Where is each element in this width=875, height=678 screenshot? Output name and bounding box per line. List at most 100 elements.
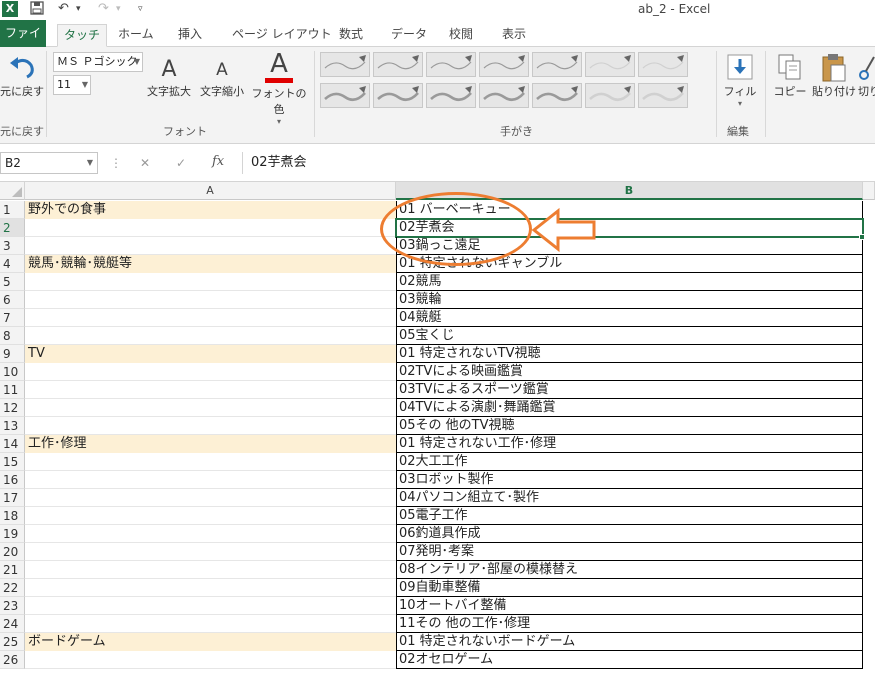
undo-dropdown-icon[interactable]: ▾: [76, 1, 81, 17]
select-all-corner[interactable]: [0, 182, 25, 200]
cell-a[interactable]: [25, 489, 396, 507]
row-header[interactable]: 19: [0, 525, 25, 543]
cell-b[interactable]: 05その 他のTV視聴: [396, 417, 863, 435]
ink-pen-9[interactable]: [373, 83, 423, 108]
row-header[interactable]: 15: [0, 453, 25, 471]
cell-a[interactable]: [25, 309, 396, 327]
cell-a[interactable]: [25, 237, 396, 255]
ink-pen-3[interactable]: [426, 52, 476, 77]
row-header[interactable]: 12: [0, 399, 25, 417]
cell-a[interactable]: [25, 543, 396, 561]
undo-quick-icon[interactable]: ↶: [58, 1, 69, 17]
row-header[interactable]: 13: [0, 417, 25, 435]
cell-a[interactable]: [25, 399, 396, 417]
cell-a[interactable]: 野外での食事: [25, 201, 396, 219]
tab-insert[interactable]: 挿入: [172, 24, 208, 47]
cancel-entry-icon[interactable]: ✕: [140, 156, 150, 170]
copy-button[interactable]: コピー: [770, 53, 810, 99]
ink-pen-14[interactable]: [638, 83, 688, 108]
cell-a[interactable]: [25, 453, 396, 471]
ink-pen-5[interactable]: [532, 52, 582, 77]
cell-a[interactable]: [25, 381, 396, 399]
tab-review[interactable]: 校閲: [443, 24, 479, 47]
cell-b[interactable]: 02大工工作: [396, 453, 863, 471]
grow-font-button[interactable]: A 文字拡大: [143, 57, 195, 99]
cell-b[interactable]: 09自動車整備: [396, 579, 863, 597]
row-header[interactable]: 10: [0, 363, 25, 381]
ink-pen-13[interactable]: [585, 83, 635, 108]
cell-b[interactable]: 03TVによるスポーツ鑑賞: [396, 381, 863, 399]
cell-b[interactable]: 01 特定されないボードゲーム: [396, 633, 863, 651]
cell-a[interactable]: 競馬･競輪･競艇等: [25, 255, 396, 273]
cell-b[interactable]: 08インテリア･部屋の模様替え: [396, 561, 863, 579]
ink-pen-11[interactable]: [479, 83, 529, 108]
row-header[interactable]: 18: [0, 507, 25, 525]
tab-formulas[interactable]: 数式: [333, 24, 369, 47]
paste-button[interactable]: 貼り付け: [812, 53, 856, 99]
row-header[interactable]: 23: [0, 597, 25, 615]
ink-pen-12[interactable]: [532, 83, 582, 108]
cell-b[interactable]: 01 特定されないTV視聴: [396, 345, 863, 363]
cell-a[interactable]: [25, 615, 396, 633]
undo-button[interactable]: 元に戻す: [0, 53, 44, 99]
confirm-entry-icon[interactable]: ✓: [176, 156, 186, 170]
cell-b[interactable]: 02TVによる映画鑑賞: [396, 363, 863, 381]
redo-quick-icon[interactable]: ↷: [98, 1, 109, 17]
row-header[interactable]: 4: [0, 255, 25, 273]
row-header[interactable]: 9: [0, 345, 25, 363]
row-header[interactable]: 5: [0, 273, 25, 291]
cell-b[interactable]: 05電子工作: [396, 507, 863, 525]
row-header[interactable]: 24: [0, 615, 25, 633]
save-icon[interactable]: [30, 1, 44, 20]
row-header[interactable]: 14: [0, 435, 25, 453]
column-header-a[interactable]: A: [25, 182, 396, 200]
customize-quick-access-icon[interactable]: ▿: [138, 1, 143, 17]
cell-a[interactable]: [25, 327, 396, 345]
cell-b[interactable]: 03競輪: [396, 291, 863, 309]
cell-a[interactable]: [25, 525, 396, 543]
row-header[interactable]: 3: [0, 237, 25, 255]
tab-touch[interactable]: タッチ: [57, 24, 108, 47]
column-header-c[interactable]: [863, 182, 875, 200]
cell-a[interactable]: [25, 651, 396, 669]
row-header[interactable]: 2: [0, 219, 25, 237]
cell-b[interactable]: 02オセロゲーム: [396, 651, 863, 669]
cell-a[interactable]: ボードゲーム: [25, 633, 396, 651]
ink-pen-6[interactable]: [585, 52, 635, 77]
row-header[interactable]: 25: [0, 633, 25, 651]
row-header[interactable]: 22: [0, 579, 25, 597]
font-color-button[interactable]: A フォントの色 ▾: [249, 50, 309, 126]
row-header[interactable]: 11: [0, 381, 25, 399]
name-box[interactable]: B2 ▼: [0, 152, 98, 174]
tab-data[interactable]: データ: [385, 24, 433, 47]
cut-button[interactable]: 切り: [858, 53, 875, 99]
font-name-select[interactable]: ＭＳ Ｐゴシック ▼: [53, 52, 143, 72]
cell-b[interactable]: 10オートバイ整備: [396, 597, 863, 615]
cell-a[interactable]: [25, 363, 396, 381]
font-size-select[interactable]: 11 ▼: [53, 75, 91, 95]
ink-pen-4[interactable]: [479, 52, 529, 77]
cell-b[interactable]: 04競艇: [396, 309, 863, 327]
row-header[interactable]: 26: [0, 651, 25, 669]
row-header[interactable]: 21: [0, 561, 25, 579]
tab-view[interactable]: 表示: [496, 24, 532, 47]
cell-a[interactable]: TV: [25, 345, 396, 363]
fill-handle[interactable]: [859, 234, 865, 240]
cell-b[interactable]: 06釣道具作成: [396, 525, 863, 543]
cell-b[interactable]: 03ロボット製作: [396, 471, 863, 489]
ink-pen-1[interactable]: [320, 52, 370, 77]
ink-pen-8[interactable]: [320, 83, 370, 108]
cell-b[interactable]: 04パソコン組立て･製作: [396, 489, 863, 507]
cell-a[interactable]: [25, 579, 396, 597]
row-header[interactable]: 7: [0, 309, 25, 327]
shrink-font-button[interactable]: A 文字縮小: [196, 57, 248, 99]
tab-page-layout[interactable]: ページ レイアウト: [226, 24, 338, 47]
insert-function-icon[interactable]: fx: [212, 154, 224, 169]
cell-a[interactable]: [25, 471, 396, 489]
cell-a[interactable]: [25, 291, 396, 309]
tab-home[interactable]: ホーム: [112, 24, 160, 47]
formula-input[interactable]: 02芋煮会: [242, 152, 875, 174]
tab-file[interactable]: ファイル: [0, 20, 46, 67]
row-header[interactable]: 1: [0, 201, 25, 219]
cell-a[interactable]: [25, 273, 396, 291]
